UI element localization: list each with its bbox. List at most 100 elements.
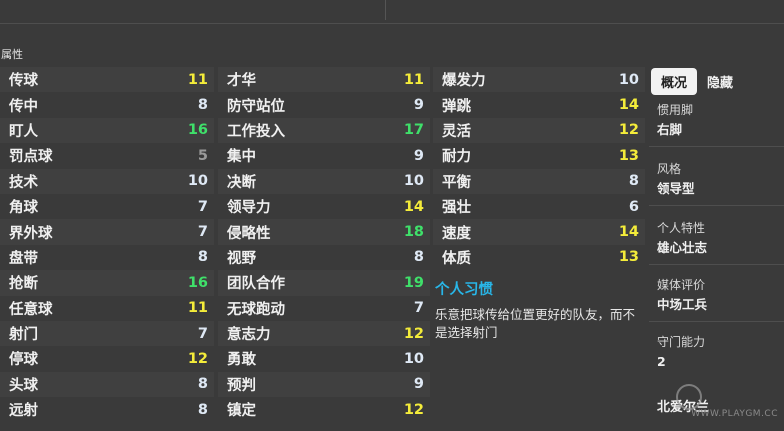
tab-hidden[interactable]: 隐藏 xyxy=(697,68,743,95)
attribute-row[interactable]: 技术 10 xyxy=(0,168,214,194)
attribute-name: 停球 xyxy=(9,352,38,369)
attribute-name: 角球 xyxy=(9,200,38,217)
habit-text: 乐意把球传给位置更好的队友，而不是选择射门 xyxy=(435,307,636,340)
attribute-name: 决断 xyxy=(227,174,256,191)
attribute-value: 8 xyxy=(197,249,208,266)
attribute-name: 意志力 xyxy=(227,327,271,344)
attribute-value: 7 xyxy=(197,325,208,342)
attribute-value: 8 xyxy=(413,249,424,266)
attribute-row[interactable]: 平衡 8 xyxy=(433,168,645,194)
attribute-row[interactable]: 侵略性 18 xyxy=(218,219,430,245)
attribute-row[interactable]: 盘带 8 xyxy=(0,244,214,271)
attribute-row[interactable]: 停球 12 xyxy=(0,346,214,372)
attribute-column-technical: 传球 11 传中 8 盯人 16 罚点球 5 技术 10 角球 7 界外球 7 盘带 8 抢断 16 任意球 11 射门… xyxy=(0,67,214,423)
attribute-name: 技术 xyxy=(9,174,38,191)
attribute-row[interactable]: 弹跳 14 xyxy=(433,92,645,118)
attribute-row[interactable]: 传球 11 xyxy=(0,67,214,93)
attribute-name: 团队合作 xyxy=(227,276,285,293)
attribute-value: 9 xyxy=(413,376,424,393)
attribute-row[interactable]: 视野 8 xyxy=(218,244,430,271)
attribute-value: 12 xyxy=(618,122,639,139)
attribute-row[interactable]: 任意球 11 xyxy=(0,295,214,321)
info-value: 2 xyxy=(657,354,666,369)
attribute-value: 11 xyxy=(403,71,424,88)
attribute-name: 平衡 xyxy=(442,174,471,191)
attribute-value: 9 xyxy=(413,97,424,114)
attribute-row[interactable]: 无球跑动 7 xyxy=(218,295,430,321)
attribute-row[interactable]: 领导力 14 xyxy=(218,193,430,220)
attribute-row[interactable]: 界外球 7 xyxy=(0,219,214,245)
attribute-value: 6 xyxy=(628,198,639,215)
side-tabs: 概况 隐藏 xyxy=(649,66,784,96)
attribute-row[interactable]: 团队合作 19 xyxy=(218,270,430,296)
attribute-row[interactable]: 盯人 16 xyxy=(0,117,214,144)
watermark: WWW.PLAYGM.CC xyxy=(691,409,778,419)
attribute-row[interactable]: 意志力 12 xyxy=(218,320,430,347)
attribute-row[interactable]: 镇定 12 xyxy=(218,397,430,423)
attribute-name: 抢断 xyxy=(9,276,38,293)
attribute-row[interactable]: 射门 7 xyxy=(0,320,214,347)
attribute-row[interactable]: 角球 7 xyxy=(0,193,214,220)
attribute-row[interactable]: 才华 11 xyxy=(218,67,430,93)
attribute-value: 7 xyxy=(197,198,208,215)
attribute-row[interactable]: 远射 8 xyxy=(0,397,214,423)
info-value: 雄心壮志 xyxy=(657,240,708,255)
attribute-value: 16 xyxy=(187,274,208,291)
attribute-name: 盘带 xyxy=(9,250,38,267)
attribute-row[interactable]: 传中 8 xyxy=(0,92,214,118)
attribute-name: 传球 xyxy=(9,73,38,90)
attribute-value: 5 xyxy=(197,147,208,164)
attribute-row[interactable]: 强壮 6 xyxy=(433,193,645,220)
attribute-row[interactable]: 速度 14 xyxy=(433,219,645,245)
info-media-description: 媒体评价 中场工兵 xyxy=(649,265,784,322)
attribute-row[interactable]: 预判 9 xyxy=(218,371,430,398)
tab-overview[interactable]: 概况 xyxy=(651,67,698,95)
info-label: 媒体评价 xyxy=(657,278,706,292)
attribute-row[interactable]: 集中 9 xyxy=(218,143,430,169)
attribute-value: 13 xyxy=(618,249,639,266)
attribute-row[interactable]: 抢断 16 xyxy=(0,270,214,296)
attribute-row[interactable]: 防守站位 9 xyxy=(218,92,430,118)
attribute-column-physical: 爆发力 10 弹跳 14 灵活 12 耐力 13 平衡 8 强壮 6 速度 14 体质 13 xyxy=(433,67,645,271)
attribute-name: 爆发力 xyxy=(442,73,486,90)
section-title: 属性 xyxy=(1,48,23,61)
attribute-column-mental: 才华 11 防守站位 9 工作投入 17 集中 9 决断 10 领导力 14 侵略性 18 视野 8 团队合作 1… xyxy=(218,67,430,423)
attribute-value: 16 xyxy=(187,122,208,139)
attribute-name: 界外球 xyxy=(9,225,53,242)
info-label: 个人特性 xyxy=(657,221,706,235)
attribute-name: 视野 xyxy=(227,250,256,267)
attribute-value: 14 xyxy=(618,97,639,114)
attribute-name: 远射 xyxy=(9,403,38,420)
attribute-value: 7 xyxy=(197,224,208,241)
attribute-name: 任意球 xyxy=(9,301,53,318)
attribute-value: 8 xyxy=(197,376,208,393)
attribute-row[interactable]: 爆发力 10 xyxy=(433,67,645,93)
attribute-row[interactable]: 体质 13 xyxy=(433,244,645,271)
attribute-row[interactable]: 灵活 12 xyxy=(433,117,645,144)
attribute-row[interactable]: 罚点球 5 xyxy=(0,143,214,169)
info-style: 风格 领导型 xyxy=(649,147,784,206)
attribute-row[interactable]: 耐力 13 xyxy=(433,143,645,169)
attribute-name: 头球 xyxy=(9,377,38,394)
attribute-value: 11 xyxy=(187,300,208,317)
attribute-value: 13 xyxy=(618,147,639,164)
attribute-row[interactable]: 决断 10 xyxy=(218,168,430,194)
attribute-name: 镇定 xyxy=(227,403,256,420)
attribute-row[interactable]: 工作投入 17 xyxy=(218,117,430,144)
top-bar xyxy=(0,0,784,24)
attribute-name: 工作投入 xyxy=(227,123,285,140)
attribute-name: 体质 xyxy=(442,250,471,267)
attribute-name: 速度 xyxy=(442,225,471,242)
attribute-name: 盯人 xyxy=(9,123,38,140)
attribute-value: 14 xyxy=(618,224,639,241)
attribute-name: 才华 xyxy=(227,73,256,90)
info-label: 守门能力 xyxy=(657,335,706,349)
attribute-row[interactable]: 勇敢 10 xyxy=(218,346,430,372)
attribute-value: 7 xyxy=(413,300,424,317)
attribute-name: 防守站位 xyxy=(227,98,285,115)
attribute-name: 侵略性 xyxy=(227,225,271,242)
info-value: 中场工兵 xyxy=(657,297,708,312)
attribute-name: 弹跳 xyxy=(442,98,471,115)
attribute-value: 8 xyxy=(197,97,208,114)
attribute-row[interactable]: 头球 8 xyxy=(0,371,214,398)
